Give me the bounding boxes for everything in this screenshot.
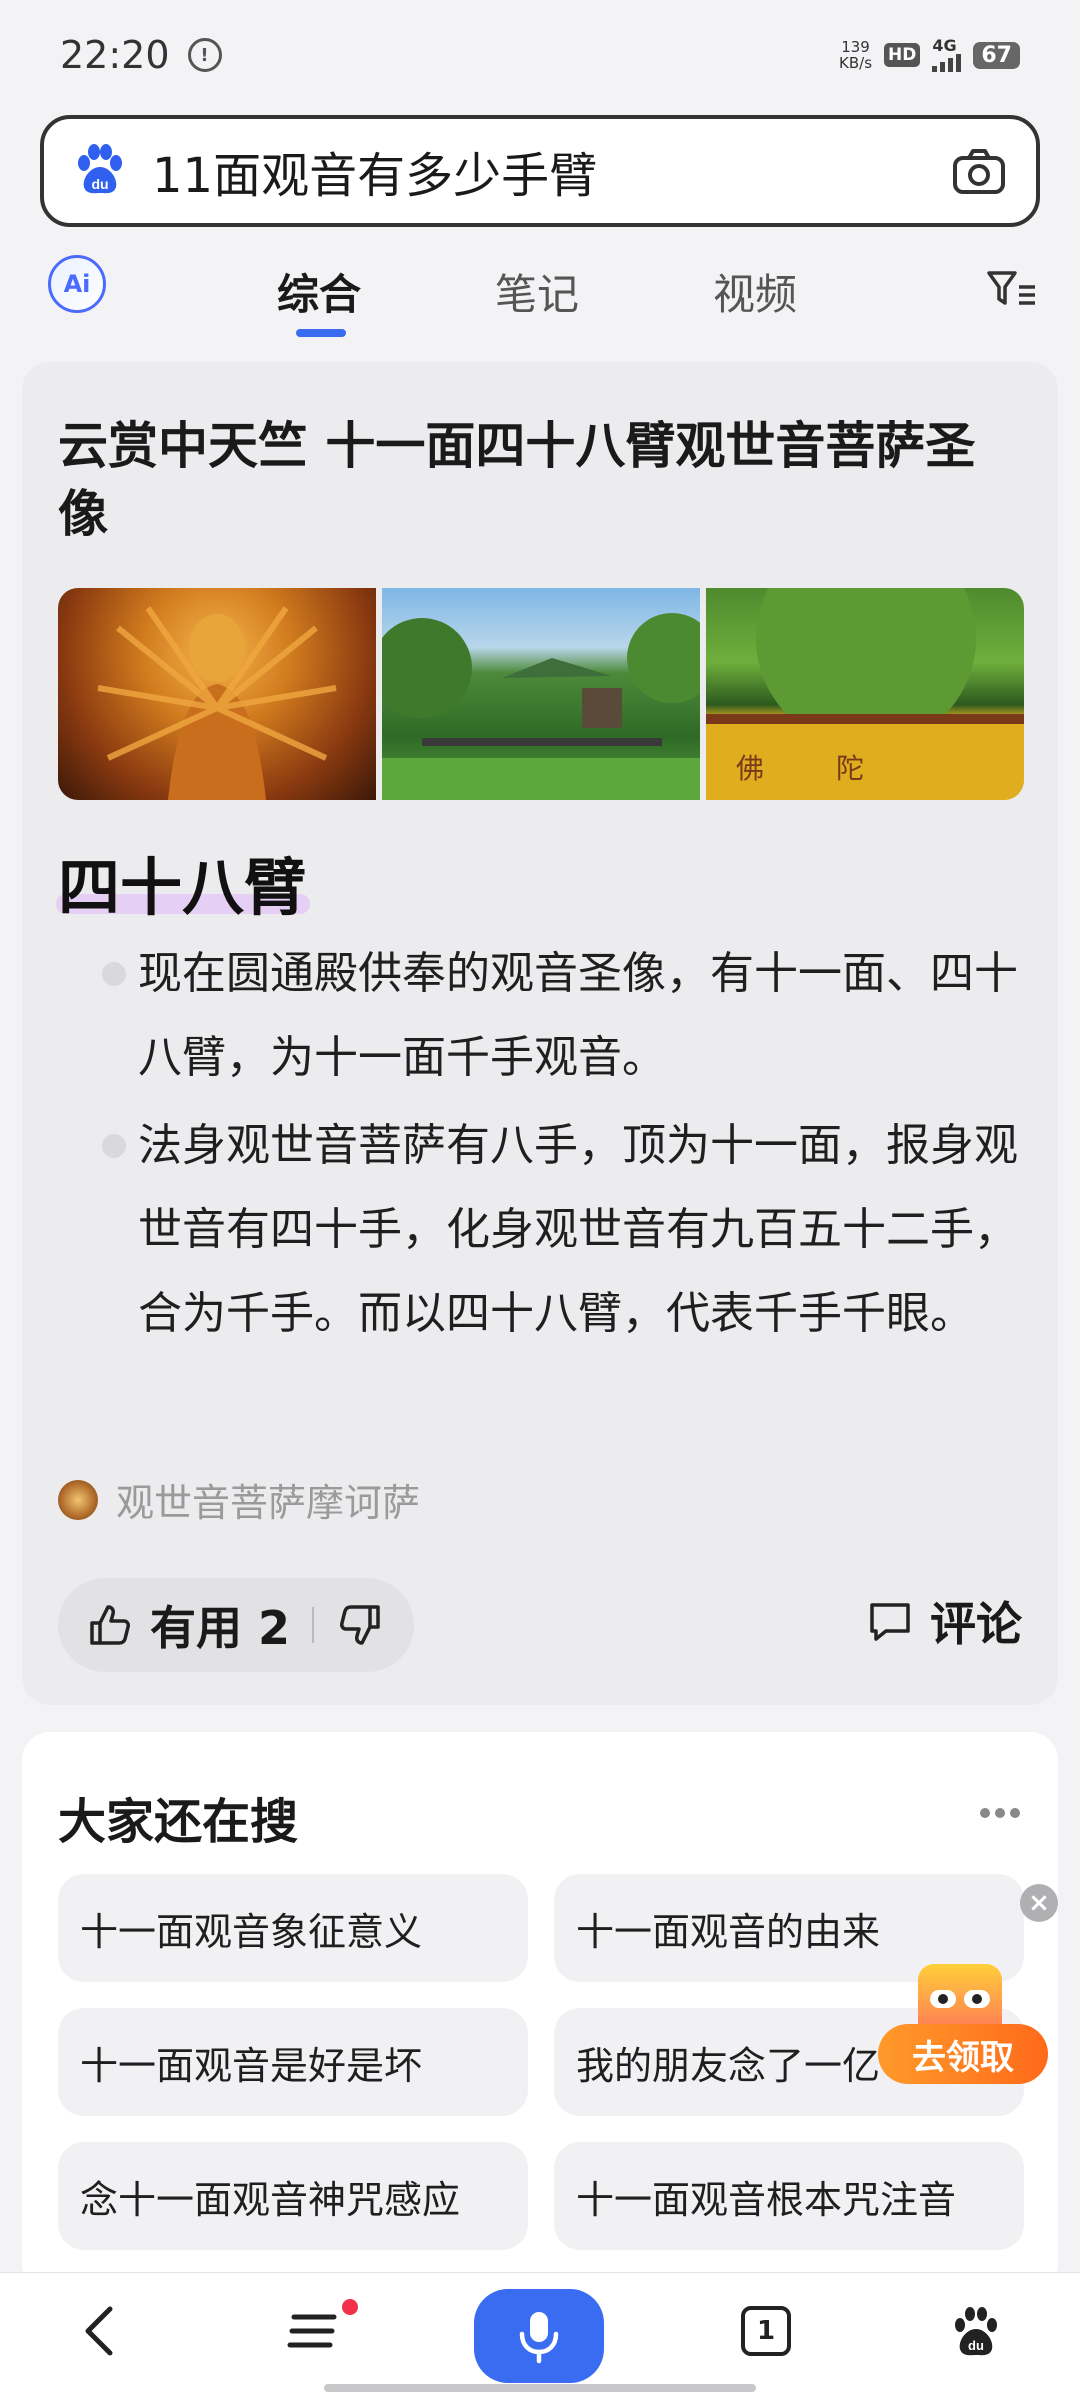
tab-count-icon: 1	[741, 2306, 791, 2356]
temple-garden-image[interactable]	[382, 588, 700, 800]
home-indicator[interactable]	[324, 2384, 756, 2392]
search-input[interactable]: 11面观音有多少手臂	[152, 136, 950, 206]
active-tab-indicator	[296, 329, 346, 337]
status-right: 139 KB/s HD 4G 67	[839, 38, 1020, 72]
signal-icon: 4G	[932, 36, 962, 72]
baidu-paw-icon[interactable]: du	[72, 143, 128, 199]
bullet-dot	[102, 1134, 126, 1158]
svg-text:佛: 佛	[736, 752, 764, 785]
network-speed-unit: KB/s	[839, 54, 873, 72]
tab-all[interactable]: 综合	[277, 261, 361, 322]
bullet-text: 法身观世音菩萨有八手，顶为十一面，报身观世音有四十手，化身观世音有九百五十二手，…	[138, 1120, 1018, 1339]
home-button[interactable]: du	[944, 2299, 1008, 2363]
related-search-chip[interactable]: 十一面观音根本咒注音	[554, 2142, 1024, 2250]
search-box[interactable]: du 11面观音有多少手臂	[40, 115, 1040, 227]
pill-divider	[312, 1607, 315, 1643]
source-avatar	[58, 1479, 98, 1520]
answer-bullet: 法身观世音菩萨有八手，顶为十一面，报身观世音有四十手，化身观世音有九百五十二手，…	[58, 1104, 1028, 1356]
tab-notes[interactable]: 笔记	[495, 261, 579, 322]
svg-text:陀: 陀	[836, 752, 864, 785]
related-search-chip[interactable]: 念十一面观音神咒感应	[58, 2142, 528, 2250]
source-name[interactable]: 观世音菩萨摩诃萨	[116, 1472, 420, 1527]
related-search-chip[interactable]: 十一面观音象征意义	[58, 1874, 528, 1982]
back-arrow-icon	[85, 2306, 113, 2356]
thumbs-up-icon[interactable]	[86, 1601, 134, 1649]
answer-card: 云赏中天竺 十一面四十八臂观世音菩萨圣像 佛 陀 四十八臂 现在圆通殿供奉的观音…	[22, 362, 1058, 1705]
feedback-pill: 有用 2	[58, 1578, 414, 1672]
svg-text:du: du	[968, 2338, 984, 2353]
microphone-icon	[519, 2312, 559, 2364]
notification-icon: !	[187, 38, 222, 72]
status-bar: 22:20 ! 139 KB/s HD 4G 67	[0, 0, 1080, 110]
svg-text:du: du	[91, 176, 108, 192]
menu-icon	[287, 2314, 337, 2348]
temple-wall-image[interactable]: 佛 陀	[706, 588, 1024, 800]
answer-card-title[interactable]: 云赏中天竺 十一面四十八臂观世音菩萨圣像	[58, 412, 1018, 548]
tabs-button[interactable]: 1	[734, 2299, 798, 2363]
status-left: 22:20 !	[60, 33, 222, 77]
baidu-home-icon: du	[955, 2307, 997, 2356]
related-searches-card: 大家还在搜 十一面观音象征意义 十一面观音的由来 十一面观音是好是坏 我的朋友念…	[22, 1732, 1058, 2292]
bottom-nav: 1 du	[0, 2272, 1080, 2400]
close-icon[interactable]: ×	[1020, 1884, 1058, 1922]
status-time: 22:20	[60, 33, 170, 77]
hd-icon: HD	[884, 43, 921, 67]
notification-dot	[342, 2299, 358, 2315]
thumbs-down-icon[interactable]	[336, 1601, 384, 1649]
bullet-dot	[102, 962, 126, 986]
more-options-icon[interactable]	[980, 1808, 1020, 1820]
filter-icon[interactable]	[985, 265, 1037, 313]
comment-icon	[870, 1603, 910, 1641]
voice-search-button[interactable]	[474, 2289, 604, 2383]
battery-icon: 67	[973, 41, 1020, 69]
camera-icon[interactable]	[950, 142, 1008, 200]
image-strip: 佛 陀	[58, 588, 1024, 800]
statue-image[interactable]	[58, 588, 376, 800]
ai-assistant-icon[interactable]: Ai	[48, 255, 106, 313]
back-button[interactable]	[68, 2299, 132, 2363]
comment-label: 评论	[930, 1597, 1022, 1651]
source-link[interactable]: 观世音菩萨摩诃萨	[58, 1472, 420, 1527]
answer-headline: 四十八臂	[58, 851, 307, 924]
signal-label: 4G	[932, 36, 957, 55]
claim-button[interactable]: 去领取	[878, 2024, 1048, 2084]
ai-label: Ai	[63, 270, 91, 298]
comment-button[interactable]: 评论	[866, 1588, 1022, 1654]
tabs-row: Ai 综合 笔记 视频	[0, 245, 1080, 345]
tab-videos[interactable]: 视频	[713, 261, 797, 322]
answer-bullets: 现在圆通殿供奉的观音圣像，有十一面、四十八臂，为十一面千手观音。 法身观世音菩萨…	[58, 932, 1028, 1360]
network-speed-value: 139	[841, 38, 870, 56]
answer-bullet: 现在圆通殿供奉的观音圣像，有十一面、四十八臂，为十一面千手观音。	[58, 932, 1028, 1100]
related-searches-title: 大家还在搜	[58, 1794, 299, 1850]
useful-button[interactable]: 有用 2	[150, 1592, 290, 1658]
related-search-chip[interactable]: 十一面观音是好是坏	[58, 2008, 528, 2116]
bullet-text: 现在圆通殿供奉的观音圣像，有十一面、四十八臂，为十一面千手观音。	[138, 948, 1018, 1083]
network-speed: 139 KB/s	[839, 39, 872, 71]
signal-bars	[932, 54, 962, 72]
menu-button[interactable]	[282, 2299, 346, 2363]
